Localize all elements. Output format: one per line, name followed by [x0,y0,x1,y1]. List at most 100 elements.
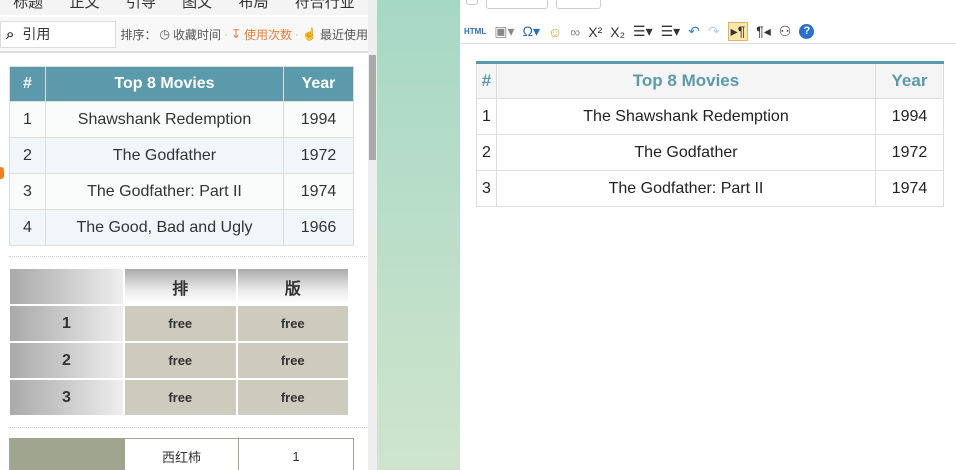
divider [9,427,367,428]
editor-movies-table[interactable]: # Top 8 Movies Year 1 The Shawshank Redempt… [476,61,944,207]
cell: 1974 [283,173,354,210]
cell[interactable]: 3 [476,170,497,207]
cell [9,438,125,470]
header-cell[interactable]: Year [875,62,944,99]
sort-label: 排序： [120,27,157,42]
ltr-icon[interactable]: ▸¶ [727,22,749,41]
header-cell[interactable]: # [476,62,497,99]
cell: free [125,306,236,341]
find-icon[interactable]: ⚇ [779,23,792,40]
header-cell: 版 [237,269,348,304]
table-row: 1 free free [10,306,348,341]
sort-by-count[interactable]: 使用次数 [244,26,292,43]
cell: free [125,380,236,415]
table-row: 4 The Good, Bad and Ugly 1966 [9,209,354,246]
cell: 2 [9,137,46,174]
table-row: 1 Shawshank Redemption 1994 [9,101,354,138]
link-icon[interactable]: ∞ [570,24,580,40]
table-row: 西红柿 1 [9,438,354,470]
cell: 西红柿 [124,438,239,470]
background-strip [377,0,460,470]
cell[interactable]: 2 [476,134,497,171]
cell: 3 [9,173,46,210]
cell[interactable]: 1994 [875,98,944,135]
cell: The Godfather: Part II [45,173,284,210]
tab[interactable]: 引导 [126,0,156,15]
category-tabs: 标题 正文 引导 图文 布局 符合行业 [0,0,368,15]
html-icon[interactable]: HTML [464,27,486,36]
cell: 4 [9,209,46,246]
unordered-list-icon[interactable]: ☰▾ [661,23,681,40]
sort-by-recent[interactable]: 最近使用 [320,26,368,43]
tab[interactable]: 符合行业 [295,0,355,15]
table-row: 2 free free [10,343,348,378]
rtl-icon[interactable]: ¶◂ [756,23,771,40]
grid-template-table[interactable]: 排版 1 free free 2 free free 3 free free [8,267,350,417]
redo-icon[interactable]: ↷ [708,23,720,40]
cell: The Good, Bad and Ugly [45,209,284,246]
corner-cell [10,269,123,304]
table-row: 3 The Godfather: Part II 1974 [9,173,354,210]
ordered-list-icon[interactable]: ☰▾ [633,23,653,40]
sort-options: 排序： ◷ 收藏时间 · ↧ 使用次数 · ☝ 最近使用 [120,26,368,43]
toolbar-row-2: HTML ▣▾ Ω▾ ☺ ∞ X² X₂ ☰▾ ☰▾ ↶ ↷ ▸¶ ¶◂ ⚇ ? [460,20,956,44]
list-template-table[interactable]: 西红柿 1 [9,438,354,470]
header-cell[interactable]: Top 8 Movies [496,62,876,99]
tab[interactable]: 标题 [13,0,43,15]
divider [9,256,367,257]
hand-icon: ☝ [302,27,317,41]
tab[interactable]: 图文 [182,0,212,15]
image-icon[interactable]: ▣▾ [494,23,514,40]
cell: 1 [10,306,123,341]
cell: free [237,306,348,341]
emoji-icon[interactable]: ☺ [548,24,562,40]
size-select[interactable] [556,0,601,9]
subscript-icon[interactable]: X₂ [610,24,625,40]
cell: free [125,343,236,378]
cell: 3 [10,380,123,415]
cell[interactable]: 1972 [875,134,944,171]
special-char-icon[interactable]: Ω▾ [522,23,540,40]
header-cell: # [9,66,46,102]
scrollbar[interactable] [368,0,377,470]
table-row: 3 free free [10,380,348,415]
template-panel: 标题 正文 引导 图文 布局 符合行业 ⌕ 排序： ◷收藏时间 · ↧使用次数 … [0,0,368,470]
cell[interactable]: The Godfather: Part II [496,170,876,207]
cell: Shawshank Redemption [45,101,284,138]
cell: 1 [9,101,46,138]
tab[interactable]: 正文 [69,0,99,15]
cell[interactable]: The Shawshank Redemption [496,98,876,135]
table-row: 2 The Godfather 1972 [9,137,354,174]
help-icon[interactable]: ? [799,24,815,39]
table-row: 3 The Godfather: Part II 1974 [476,170,944,207]
header-cell: Top 8 Movies [45,66,284,102]
search-input[interactable] [22,26,108,42]
table-row: 2 The Godfather 1972 [476,134,944,171]
tab[interactable]: 布局 [238,0,268,15]
movies-template-table[interactable]: # Top 8 Movies Year 1 Shawshank Redemption 1… [9,66,354,246]
cell: free [237,343,348,378]
header-cell: 排 [125,269,236,304]
search-box: ⌕ [0,20,117,48]
sort-desc-icon: ↧ [230,27,242,41]
cell: 2 [10,343,123,378]
cell: free [237,380,348,415]
toolbar-row-1 [466,0,601,10]
cell[interactable]: 1 [476,98,497,135]
undo-icon[interactable]: ↶ [688,23,700,40]
cell: 1994 [283,101,354,138]
cell: 1966 [283,209,354,246]
cell[interactable]: The Godfather [496,134,876,171]
table-row: 1 The Shawshank Redemption 1994 [476,98,944,135]
cell[interactable]: 1974 [875,170,944,207]
clock-icon: ◷ [159,27,170,41]
cell: The Godfather [45,137,284,174]
superscript-icon[interactable]: X² [588,24,602,40]
sort-by-time[interactable]: 收藏时间 [173,26,221,43]
side-badge[interactable] [0,167,4,179]
scrollbar-thumb[interactable] [369,55,376,160]
header-cell: Year [283,66,354,102]
font-select[interactable] [486,0,548,9]
search-icon: ⌕ [6,25,15,43]
checkbox[interactable] [466,0,478,5]
